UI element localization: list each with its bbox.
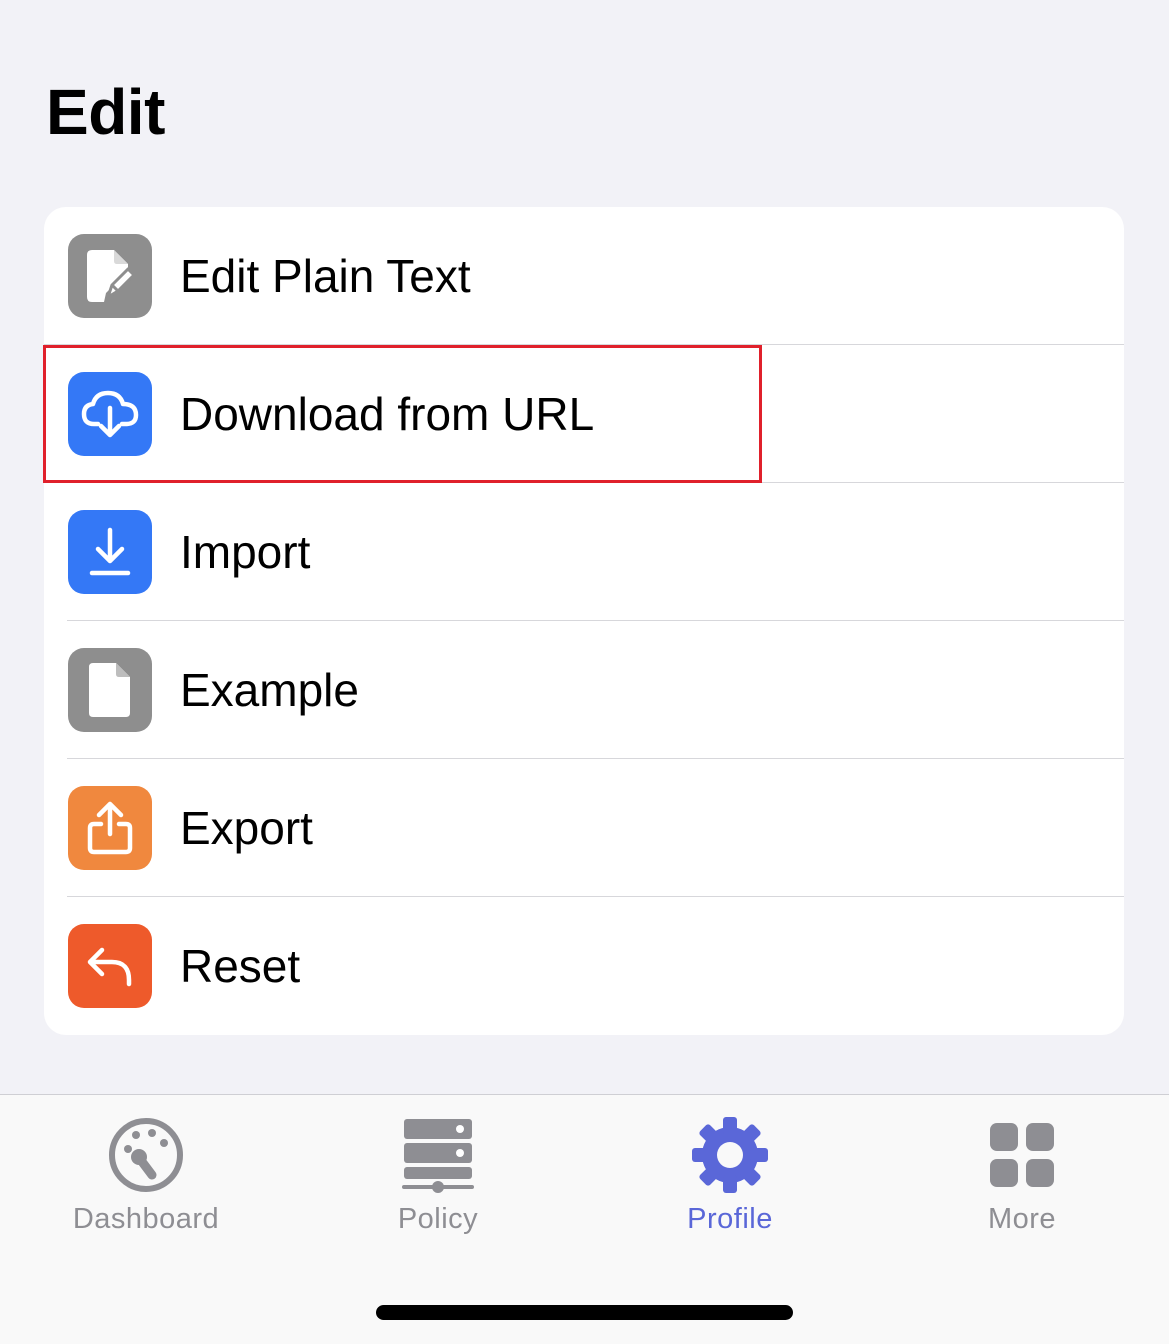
download-arrow-icon <box>68 510 152 594</box>
download-from-url-row[interactable]: Download from URL <box>44 345 1124 483</box>
grid-icon <box>982 1115 1062 1195</box>
tab-dashboard-label: Dashboard <box>72 1203 220 1235</box>
export-row[interactable]: Export <box>44 759 1124 897</box>
gear-icon <box>690 1115 770 1195</box>
reset-label: Reset <box>180 940 301 992</box>
tab-policy[interactable]: Policy <box>292 1095 584 1255</box>
tab-more-label: More <box>987 1203 1057 1235</box>
share-icon <box>68 786 152 870</box>
cloud-download-icon <box>68 372 152 456</box>
import-row[interactable]: Import <box>44 483 1124 621</box>
import-label: Import <box>180 526 311 578</box>
tab-more[interactable]: More <box>876 1095 1168 1255</box>
edit-options-list: Edit Plain Text Download from URL Import… <box>44 207 1124 1035</box>
example-label: Example <box>180 664 359 716</box>
tab-policy-label: Policy <box>397 1203 479 1235</box>
tab-profile[interactable]: Profile <box>584 1095 876 1255</box>
dashboard-gauge-icon <box>106 1115 186 1195</box>
export-label: Export <box>180 802 313 854</box>
reset-row[interactable]: Reset <box>44 897 1124 1035</box>
page-title: Edit <box>46 76 165 148</box>
tab-dashboard[interactable]: Dashboard <box>0 1095 292 1255</box>
example-row[interactable]: Example <box>44 621 1124 759</box>
home-indicator <box>376 1305 793 1320</box>
server-stack-icon <box>398 1115 478 1195</box>
download-from-url-label: Download from URL <box>180 388 595 440</box>
document-icon <box>68 648 152 732</box>
edit-plain-text-label: Edit Plain Text <box>180 250 471 302</box>
edit-screen: Edit Edit Plain Text Download from URL I… <box>0 0 1169 1344</box>
tab-profile-label: Profile <box>687 1203 773 1235</box>
edit-document-icon <box>68 234 152 318</box>
undo-arrow-icon <box>68 924 152 1008</box>
edit-plain-text-row[interactable]: Edit Plain Text <box>44 207 1124 345</box>
